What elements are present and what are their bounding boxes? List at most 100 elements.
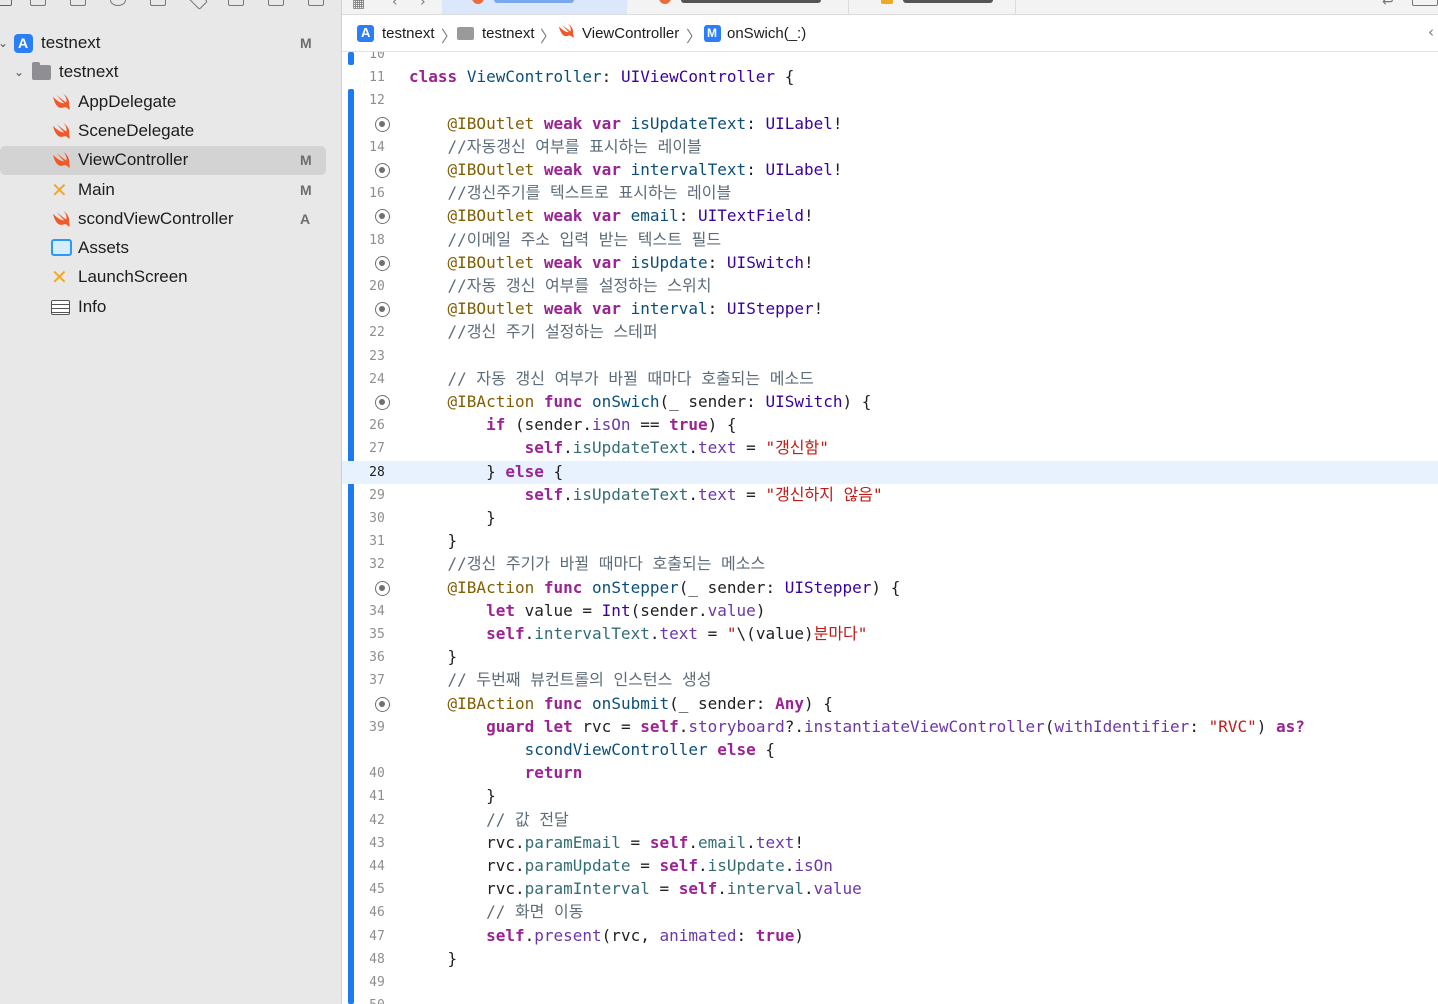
code-line[interactable]: 11 class ViewController: UIViewController… xyxy=(342,66,1438,89)
code-line[interactable]: @IBAction func onStepper(_ sender: UISte… xyxy=(342,577,1438,600)
code-line[interactable]: 31 } xyxy=(342,530,1438,553)
code-line[interactable]: @IBOutlet weak var email: UITextField! xyxy=(342,205,1438,228)
code-token: weak xyxy=(543,206,583,226)
navigator-item[interactable]: ✕ Main M xyxy=(0,176,342,205)
navigator-item[interactable]: Info xyxy=(0,293,342,322)
code-line[interactable]: 32 //갱신 주기가 바뀔 때마다 호출되는 메소스 xyxy=(342,553,1438,576)
tab-main-storyboard[interactable] xyxy=(851,0,1016,14)
code-line[interactable]: 12 xyxy=(342,89,1438,112)
code-line[interactable]: 30 } xyxy=(342,507,1438,530)
code-line[interactable]: 34 let value = Int(sender.value) xyxy=(342,600,1438,623)
back-arrow-icon[interactable]: ‹ xyxy=(392,0,398,10)
code-line[interactable]: 42 // 값 전달 xyxy=(342,809,1438,832)
code-line[interactable]: 45 rvc.paramInterval = self.interval.val… xyxy=(342,878,1438,901)
code-text: } xyxy=(409,786,496,806)
code-line[interactable]: 37 // 두번째 뷰컨트롤의 인스턴스 생성 xyxy=(342,669,1438,692)
disclosure-expanded-icon[interactable]: ⌄ xyxy=(14,65,24,79)
code-line[interactable]: @IBOutlet weak var intervalText: UILabel… xyxy=(342,159,1438,182)
breadcrumb-file[interactable]: ViewController xyxy=(557,23,679,43)
code-text: scondViewController else { xyxy=(409,740,775,760)
issue-navigator-tab-icon[interactable] xyxy=(150,0,166,6)
navigator-item[interactable]: AppDelegate xyxy=(0,88,342,117)
connection-indicator-icon[interactable] xyxy=(375,696,390,712)
code-line[interactable]: @IBAction func onSwich(_ sender: UISwitc… xyxy=(342,391,1438,414)
code-token: isOn xyxy=(592,415,631,435)
code-line[interactable]: 23 xyxy=(342,345,1438,368)
code-line[interactable]: 49 xyxy=(342,971,1438,994)
code-line[interactable]: @IBOutlet weak var isUpdateText: UILabel… xyxy=(342,113,1438,136)
code-token: var xyxy=(592,113,621,133)
tab-viewcontroller[interactable] xyxy=(442,0,627,14)
code-line[interactable]: 47 self.present(rvc, animated: true) xyxy=(342,925,1438,948)
connection-indicator-icon[interactable] xyxy=(375,209,390,225)
code-line[interactable]: 41 } xyxy=(342,785,1438,808)
code-line[interactable]: 50 xyxy=(342,994,1438,1004)
code-line[interactable]: 29 self.isUpdateText.text = "갱신하지 않음" xyxy=(342,484,1438,507)
grid-icon[interactable]: ▦ xyxy=(352,0,365,11)
code-line[interactable]: 18 //이메일 주소 입력 받는 텍스트 필드 xyxy=(342,229,1438,252)
navigator-item[interactable]: ⌄ testnext xyxy=(0,58,342,87)
navigator-item[interactable]: ViewController M xyxy=(0,146,342,176)
code-line[interactable]: 14 //자동갱신 여부를 표시하는 레이블 xyxy=(342,136,1438,159)
code-line[interactable]: scondViewController else { xyxy=(342,739,1438,762)
disclosure-collapsed-icon[interactable]: ⌄ xyxy=(0,36,8,50)
breakpoint-navigator-tab-icon[interactable] xyxy=(268,0,284,6)
connection-indicator-icon[interactable] xyxy=(375,580,390,596)
debug-navigator-tab-icon[interactable] xyxy=(228,0,244,6)
code-line[interactable]: 27 self.isUpdateText.text = "갱신함" xyxy=(342,437,1438,460)
code-line[interactable]: 28 } else { xyxy=(342,460,1438,484)
test-navigator-tab-icon[interactable] xyxy=(188,0,208,10)
connection-indicator-icon[interactable] xyxy=(375,116,390,132)
code-line[interactable]: 40 return xyxy=(342,762,1438,785)
navigator-item[interactable]: SceneDelegate xyxy=(0,117,342,146)
code-line[interactable]: 24 // 자동 갱신 여부가 바뀔 때마다 호출되는 메소드 xyxy=(342,368,1438,391)
code-token: withIdentifier xyxy=(1054,716,1190,736)
find-navigator-tab-icon[interactable] xyxy=(110,0,126,6)
code-token: ?. xyxy=(784,716,804,736)
code-line[interactable]: 48 } xyxy=(342,948,1438,971)
code-token: text xyxy=(755,832,795,852)
navigator-item[interactable]: scondViewController A xyxy=(0,205,342,234)
navigator-item[interactable]: Assets xyxy=(0,234,342,263)
return-arrow-icon[interactable]: ↩ xyxy=(1382,0,1394,10)
connection-indicator-icon[interactable] xyxy=(375,395,390,410)
code-line[interactable]: 20 //자동 갱신 여부를 설정하는 스위치 xyxy=(342,275,1438,298)
project-navigator-tab-icon[interactable] xyxy=(0,0,12,6)
connection-indicator-icon[interactable] xyxy=(375,255,390,271)
code-text: //갱신주기를 텍스트로 표시하는 레이블 xyxy=(409,183,732,203)
code-line[interactable]: 16 //갱신주기를 텍스트로 표시하는 레이블 xyxy=(342,182,1438,205)
code-line[interactable]: 35 self.intervalText.text = "\(value)분마다… xyxy=(342,623,1438,646)
report-navigator-tab-icon[interactable] xyxy=(308,0,324,6)
symbol-navigator-tab-icon[interactable] xyxy=(70,0,86,6)
navigator-item[interactable]: ⌄ Atestnext M xyxy=(0,29,342,58)
code-line[interactable]: @IBOutlet weak var interval: UIStepper! xyxy=(342,298,1438,321)
code-line[interactable]: 36 } xyxy=(342,646,1438,669)
code-text: } else { xyxy=(409,462,563,482)
code-line[interactable]: @IBAction func onSubmit(_ sender: Any) { xyxy=(342,693,1438,716)
connection-indicator-icon[interactable] xyxy=(375,163,390,178)
tab-scondviewcontroller[interactable] xyxy=(629,0,849,14)
connection-indicator-icon[interactable] xyxy=(375,302,390,318)
editor-options-icon[interactable] xyxy=(1412,0,1438,6)
breadcrumb-folder[interactable]: testnext xyxy=(457,23,535,43)
code-token: func xyxy=(543,577,583,597)
breadcrumb-method[interactable]: M onSwich(_:) xyxy=(704,23,806,43)
code-line[interactable]: 26 if (sender.isOn == true) { xyxy=(342,414,1438,437)
code-line[interactable]: 44 rvc.paramUpdate = self.isUpdate.isOn xyxy=(342,855,1438,878)
source-control-tab-icon[interactable] xyxy=(30,0,46,6)
breadcrumb-project[interactable]: A testnext xyxy=(357,23,435,43)
source-editor[interactable]: 10 11 class ViewController: UIViewControll… xyxy=(342,52,1438,1004)
code-line[interactable]: 22 //갱신 주기 설정하는 스테퍼 xyxy=(342,321,1438,344)
code-line[interactable]: @IBOutlet weak var isUpdate: UISwitch! xyxy=(342,252,1438,275)
code-line[interactable]: 46 // 화면 이동 xyxy=(342,901,1438,924)
code-line[interactable]: 10 xyxy=(342,52,1438,66)
code-line[interactable]: 43 rvc.paramEmail = self.email.text! xyxy=(342,832,1438,855)
code-token: isUpdateText xyxy=(572,438,689,458)
code-line[interactable]: 39 guard let rvc = self.storyboard?.inst… xyxy=(342,716,1438,739)
code-text: //갱신 주기 설정하는 스테퍼 xyxy=(409,322,658,342)
chevron-left-icon[interactable]: ‹ xyxy=(1428,23,1434,41)
forward-arrow-icon[interactable]: › xyxy=(420,0,426,10)
navigator-item[interactable]: ✕ LaunchScreen xyxy=(0,263,342,292)
